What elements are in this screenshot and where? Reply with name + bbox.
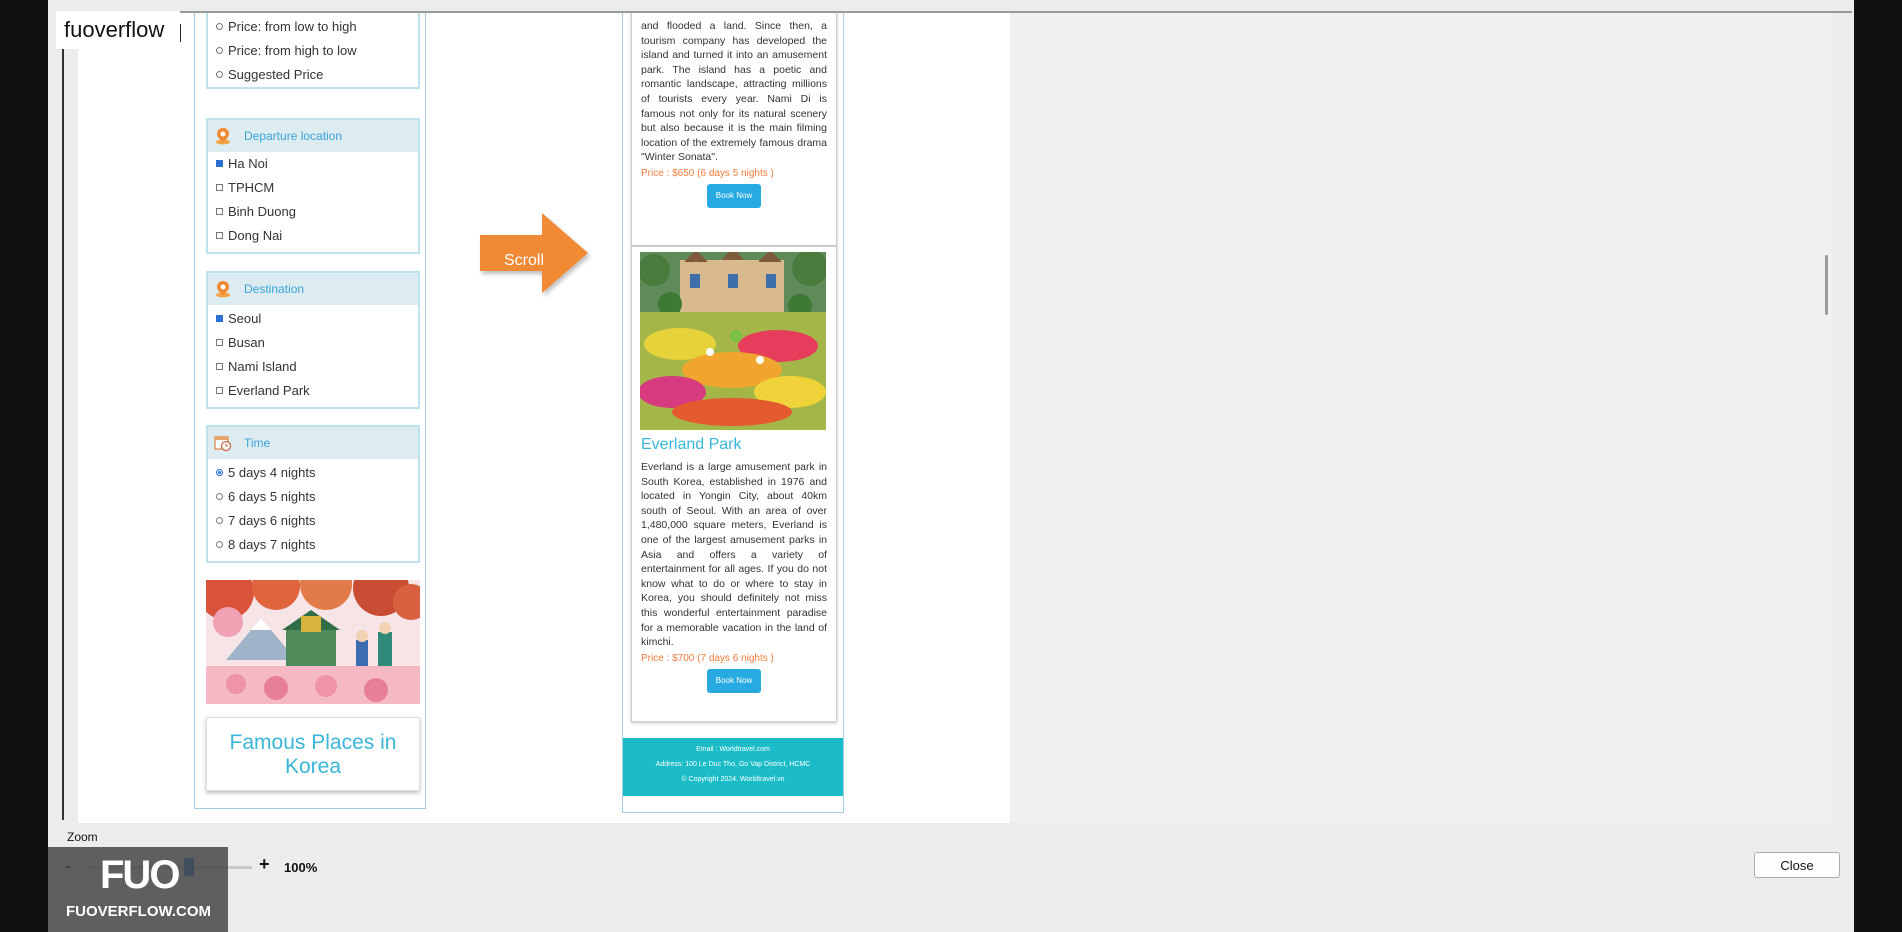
- option-label: 5 days 4 nights: [228, 465, 316, 480]
- option-label: Dong Nai: [228, 228, 283, 243]
- image-viewer-window: Price: from low to high Price: from high…: [48, 0, 1854, 932]
- radio-button[interactable]: [216, 493, 223, 500]
- option-label: Busan: [228, 335, 265, 350]
- watermark-text: FUOVERFLOW.COM: [66, 903, 211, 920]
- watermark: FUO FUOVERFLOW.COM: [48, 847, 228, 932]
- option-label: TPHCM: [228, 180, 275, 195]
- sort-option-suggested[interactable]: Suggested Price: [208, 63, 418, 87]
- departure-option-tphcm[interactable]: TPHCM: [208, 176, 418, 200]
- option-label: Price: from low to high: [228, 19, 357, 34]
- checkbox[interactable]: [216, 232, 223, 239]
- option-label: Binh Duong: [228, 204, 296, 219]
- footer-copyright: © Copyright 2024. Worldtravel.vn: [681, 776, 785, 783]
- departure-option-ha-noi[interactable]: Ha Noi: [208, 152, 418, 176]
- destination-header: Destination: [208, 273, 418, 305]
- text-cursor: [180, 24, 181, 42]
- everland-park-card: Everland Park Everland is a large amusem…: [631, 246, 837, 722]
- destination-option-busan[interactable]: Busan: [208, 331, 418, 355]
- radio-button[interactable]: [216, 517, 223, 524]
- radio-button[interactable]: [216, 23, 223, 30]
- sort-box: Price: from low to high Price: from high…: [206, 13, 420, 89]
- departure-option-binh-duong[interactable]: Binh Duong: [208, 200, 418, 224]
- famous-places-title: Famous Places in Korea: [229, 731, 397, 778]
- footer-address: Address: 100 Le Duc Tho, Go Vap District…: [655, 761, 811, 768]
- scrollbar-thumb[interactable]: [1825, 255, 1828, 315]
- radio-button[interactable]: [216, 71, 223, 78]
- option-label: Ha Noi: [228, 156, 268, 171]
- option-label: 7 days 6 nights: [228, 513, 316, 528]
- left-border: [62, 12, 64, 820]
- korea-illustration-image: [206, 580, 420, 704]
- destination-option-everland-park[interactable]: Everland Park: [208, 379, 418, 403]
- destination-option-seoul[interactable]: Seoul: [208, 307, 418, 331]
- calendar-clock-icon: [214, 436, 232, 452]
- option-label: Nami Island: [228, 359, 297, 374]
- checkbox[interactable]: [216, 387, 223, 394]
- destination-box: Destination Seoul Busan Nami Island Ever…: [206, 271, 420, 409]
- destination-option-nami-island[interactable]: Nami Island: [208, 355, 418, 379]
- option-label: Suggested Price: [228, 67, 324, 82]
- brand-label: fuoverflow: [56, 11, 180, 49]
- departure-option-dong-nai[interactable]: Dong Nai: [208, 224, 418, 248]
- radio-button[interactable]: [216, 541, 223, 548]
- everland-book-now-button[interactable]: Book Now: [707, 668, 761, 693]
- everland-price: Price : $700 (7 days 6 nights ): [641, 652, 774, 664]
- vertical-scrollbar[interactable]: [1822, 13, 1832, 823]
- famous-places-card[interactable]: Famous Places in Korea: [206, 717, 420, 791]
- departure-box: Departure location Ha Noi TPHCM Binh Duo…: [206, 118, 420, 254]
- scroll-arrow-icon: Scroll: [480, 213, 588, 293]
- option-label: Price: from high to low: [228, 43, 357, 58]
- everland-title[interactable]: Everland Park: [641, 436, 742, 454]
- nami-description: and flooded a land. Since then, a touris…: [641, 20, 827, 164]
- option-label: Everland Park: [228, 383, 310, 398]
- location-pin-icon: [216, 281, 230, 298]
- destination-title: Destination: [244, 282, 305, 296]
- preview-area: Price: from low to high Price: from high…: [78, 13, 1832, 823]
- location-pin-icon: [216, 128, 230, 145]
- checkbox[interactable]: [216, 208, 223, 215]
- nami-book-now-button[interactable]: Book Now: [707, 183, 761, 208]
- time-header: Time: [208, 427, 418, 459]
- nami-price: Price : $650 (6 days 5 nights ): [641, 167, 774, 179]
- option-label: Seoul: [228, 311, 262, 326]
- time-box: Time 5 days 4 nights 6 days 5 nights 7 d…: [206, 425, 420, 563]
- radio-button[interactable]: [216, 469, 223, 476]
- sort-option-high-low[interactable]: Price: from high to low: [208, 39, 418, 63]
- radio-button[interactable]: [216, 47, 223, 54]
- time-option-5-days[interactable]: 5 days 4 nights: [208, 461, 418, 485]
- option-label: 6 days 5 nights: [228, 489, 316, 504]
- checkbox[interactable]: [216, 339, 223, 346]
- footer-email: Email : Worldtravel.com: [696, 746, 770, 753]
- option-label: 8 days 7 nights: [228, 537, 316, 552]
- everland-park-image: [640, 252, 826, 430]
- zoom-value: 100%: [284, 860, 318, 875]
- scroll-arrow-label: Scroll: [504, 252, 544, 269]
- webpage-preview: Price: from low to high Price: from high…: [78, 13, 1010, 823]
- checkbox[interactable]: [216, 184, 223, 191]
- everland-description: Everland is a large amusement park in So…: [641, 461, 827, 649]
- checkbox[interactable]: [216, 363, 223, 370]
- close-button[interactable]: Close: [1754, 852, 1840, 878]
- time-option-8-days[interactable]: 8 days 7 nights: [208, 533, 418, 557]
- time-option-6-days[interactable]: 6 days 5 nights: [208, 485, 418, 509]
- watermark-logo: FUO: [100, 853, 180, 897]
- checkbox[interactable]: [216, 160, 223, 167]
- time-title: Time: [244, 436, 271, 450]
- zoom-label: Zoom: [67, 830, 98, 844]
- departure-title: Departure location: [244, 129, 343, 143]
- site-footer: Email : Worldtravel.com Address: 100 Le …: [623, 738, 843, 796]
- nami-island-card: and flooded a land. Since then, a touris…: [631, 13, 837, 246]
- checkbox[interactable]: [216, 315, 223, 322]
- sort-option-low-high[interactable]: Price: from low to high: [208, 15, 418, 39]
- departure-header: Departure location: [208, 120, 418, 152]
- time-option-7-days[interactable]: 7 days 6 nights: [208, 509, 418, 533]
- zoom-in-button[interactable]: +: [259, 854, 270, 875]
